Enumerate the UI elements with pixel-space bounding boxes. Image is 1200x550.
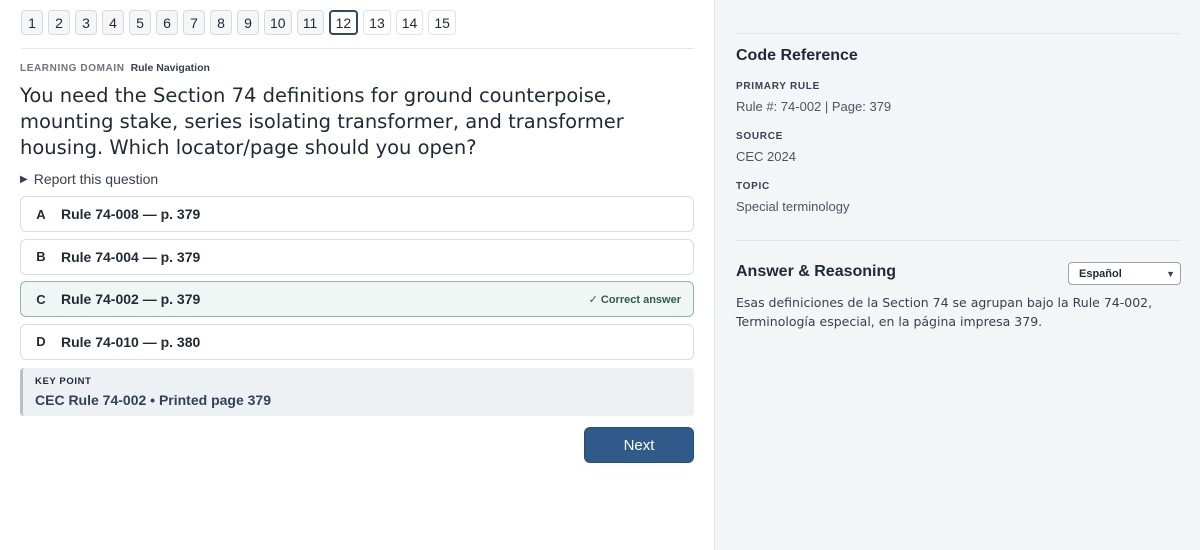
reference-sidebar: Code Reference PRIMARY RULE Rule #: 74-0… [714,0,1200,550]
divider [736,240,1181,241]
correct-answer-badge: ✓ Correct answer [588,293,681,306]
option-letter: A [36,206,46,222]
primary-rule-value: Rule #: 74-002 | Page: 379 [736,99,892,114]
page-button-15[interactable]: 15 [428,10,456,35]
chevron-down-icon: ▼ [1166,268,1175,279]
report-question-label: Report this question [33,171,159,187]
page-button-2[interactable]: 2 [48,10,70,35]
language-select-value: Español [1079,267,1122,280]
divider [736,33,1181,34]
learning-domain: LEARNING DOMAIN Rule Navigation [20,62,210,74]
page-button-11[interactable]: 11 [296,10,324,35]
source-label: SOURCE [736,131,783,142]
page-button-12[interactable]: 12 [328,10,359,35]
page-button-13[interactable]: 13 [363,10,391,35]
option-a[interactable]: A Rule 74-008 — p. 379 [20,196,694,232]
language-select[interactable]: Español ▼ [1068,262,1181,285]
page-button-10[interactable]: 10 [264,10,292,35]
page-button-3[interactable]: 3 [75,10,97,35]
topic-label: TOPIC [736,181,770,192]
key-point-text: CEC Rule 74-002 • Printed page 379 [35,392,271,408]
option-text: Rule 74-002 — p. 379 [61,291,201,307]
page-button-4[interactable]: 4 [102,10,124,35]
pager-row: 1 2 3 4 5 6 7 8 9 10 11 12 13 14 15 [21,10,694,35]
next-button[interactable]: Next [584,427,694,463]
option-text: Rule 74-008 — p. 379 [61,206,201,222]
option-letter: D [36,334,46,349]
question-pager: 1 2 3 4 5 6 7 8 9 10 11 12 13 14 15 [21,10,694,49]
option-letter: C [36,291,46,307]
page-button-5[interactable]: 5 [129,10,151,35]
option-d[interactable]: D Rule 74-010 — p. 380 [20,323,694,360]
key-point-callout: KEY POINT CEC Rule 74-002 • Printed page… [20,368,694,416]
page-button-1[interactable]: 1 [21,10,43,35]
page-button-9[interactable]: 9 [237,10,259,35]
option-letter: B [36,249,46,264]
question-panel: 1 2 3 4 5 6 7 8 9 10 11 12 13 14 15 LEARNING DOMAIN Ru… [0,0,714,550]
code-reference-title: Code Reference [736,47,858,64]
source-value: CEC 2024 [736,149,796,164]
topic-value: Special terminology [736,199,850,214]
page-button-8[interactable]: 8 [210,10,232,35]
question-text: You need the Section 74 definitions for … [20,84,624,159]
option-text: Rule 74-010 — p. 380 [61,333,201,350]
answer-options: A Rule 74-008 — p. 379 B Rule 74-004 — p… [20,196,694,366]
page-button-6[interactable]: 6 [156,10,178,35]
learning-domain-value: Rule Navigation [130,62,210,74]
primary-rule-label: PRIMARY RULE [736,81,820,92]
learning-domain-label: LEARNING DOMAIN [20,63,125,74]
key-point-label: KEY POINT [35,376,92,387]
answer-reasoning-text: Esas definiciones de la Section 74 se ag… [736,295,1153,329]
page-button-14[interactable]: 14 [395,10,424,35]
option-c[interactable]: C Rule 74-002 — p. 379 ✓ Correct answer [20,281,694,317]
page-button-7[interactable]: 7 [183,10,205,35]
report-question-toggle[interactable]: ▶ Report this question [20,171,158,187]
option-text: Rule 74-004 — p. 379 [61,248,201,265]
answer-reasoning-title: Answer & Reasoning [736,263,897,280]
option-b[interactable]: B Rule 74-004 — p. 379 [20,238,694,275]
triangle-right-icon: ▶ [20,173,28,185]
